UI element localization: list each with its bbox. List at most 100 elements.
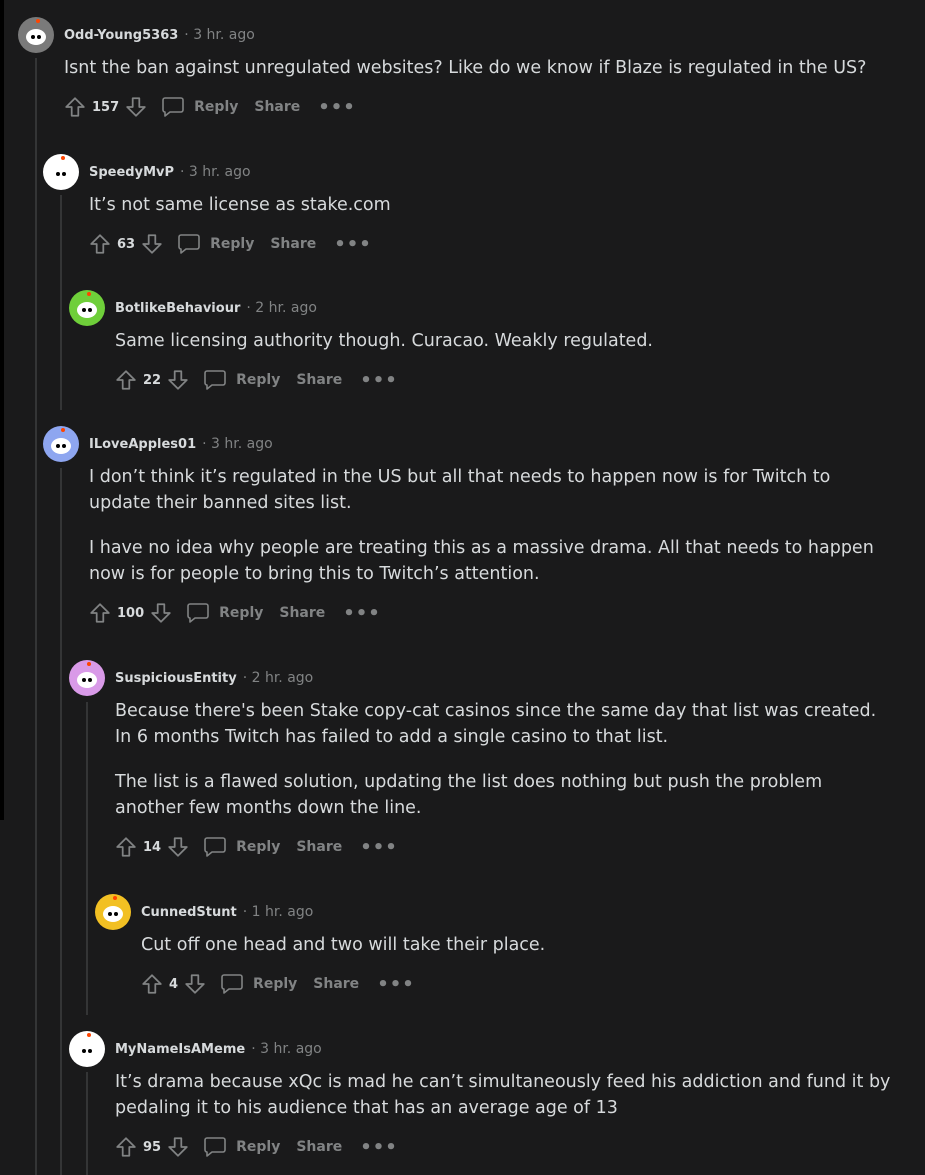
- share-button[interactable]: Share: [296, 1139, 342, 1155]
- username[interactable]: CunnedStunt: [141, 905, 237, 920]
- username[interactable]: BotlikeBehaviour: [115, 301, 240, 316]
- avatar[interactable]: [69, 660, 105, 696]
- more-options-icon[interactable]: •••: [360, 837, 398, 858]
- avatar[interactable]: [43, 426, 79, 462]
- avatar-eye-right: [62, 444, 66, 448]
- share-button[interactable]: Share: [270, 236, 316, 252]
- comment-6: MyNameIsAMeme · 3 hr. ago It’s drama bec…: [69, 1029, 895, 1165]
- timestamp[interactable]: · 3 hr. ago: [251, 1041, 322, 1057]
- more-options-icon[interactable]: •••: [318, 97, 356, 118]
- reply-label: Reply: [194, 99, 239, 115]
- upvote-icon[interactable]: [89, 233, 111, 255]
- comment-paragraph: It’s not same license as stake.com: [89, 195, 391, 215]
- avatar-face: [103, 906, 123, 922]
- comment-actions: 14 Reply Share •••: [115, 829, 895, 865]
- upvote-icon[interactable]: [115, 1136, 137, 1158]
- share-button[interactable]: Share: [279, 605, 325, 621]
- comment-5: CunnedStunt · 1 hr. ago Cut off one head…: [95, 892, 901, 1002]
- avatar-antenna: [36, 19, 40, 23]
- avatar-face: [26, 29, 46, 45]
- comment-actions: 63 Reply Share •••: [89, 226, 889, 262]
- avatar-eye-left: [108, 912, 112, 916]
- timestamp[interactable]: · 1 hr. ago: [243, 904, 314, 920]
- comment-2: BotlikeBehaviour · 2 hr. ago Same licens…: [69, 288, 895, 398]
- avatar-eye-left: [56, 172, 60, 176]
- reply-button[interactable]: Reply: [161, 95, 238, 119]
- comment-body: It’s not same license as stake.com: [89, 192, 889, 218]
- more-options-icon[interactable]: •••: [360, 1137, 398, 1158]
- comment-paragraph: It’s drama because xQc is mad he can’t s…: [115, 1072, 891, 1118]
- share-button[interactable]: Share: [296, 839, 342, 855]
- avatar-face: [51, 438, 71, 454]
- avatar-face: [77, 302, 97, 318]
- timestamp[interactable]: · 3 hr. ago: [202, 436, 273, 452]
- avatar-antenna: [87, 662, 91, 666]
- username[interactable]: MyNameIsAMeme: [115, 1042, 245, 1057]
- downvote-icon[interactable]: [184, 973, 206, 995]
- comment-paragraph: Same licensing authority though. Curacao…: [115, 331, 653, 351]
- downvote-icon[interactable]: [167, 836, 189, 858]
- more-options-icon[interactable]: •••: [360, 370, 398, 391]
- username[interactable]: SuspiciousEntity: [115, 671, 237, 686]
- upvote-icon[interactable]: [115, 836, 137, 858]
- timestamp[interactable]: · 2 hr. ago: [246, 300, 317, 316]
- vote-count: 100: [117, 605, 145, 621]
- comment-paragraph: I don’t think it’s regulated in the US b…: [89, 467, 831, 513]
- comment-actions: 22 Reply Share •••: [115, 362, 895, 398]
- avatar-eye-right: [88, 678, 92, 682]
- comment-actions: 4 Reply Share •••: [141, 966, 901, 1002]
- avatar[interactable]: [69, 290, 105, 326]
- username[interactable]: Odd-Young5363: [64, 28, 178, 43]
- avatar[interactable]: [43, 154, 79, 190]
- left-edge-bar: [0, 0, 4, 820]
- username[interactable]: SpeedyMvP: [89, 165, 174, 180]
- thread-line-0[interactable]: [35, 58, 37, 1175]
- vote-count: 157: [92, 99, 120, 115]
- reply-button[interactable]: Reply: [203, 835, 280, 859]
- comment-3: ILoveApples01 · 3 hr. ago I don’t think …: [43, 424, 889, 631]
- avatar-face: [77, 1043, 97, 1059]
- avatar-eye-right: [88, 1049, 92, 1053]
- avatar[interactable]: [69, 1031, 105, 1067]
- downvote-icon[interactable]: [141, 233, 163, 255]
- comment-paragraph: The list is a flawed solution, updating …: [115, 772, 823, 818]
- more-options-icon[interactable]: •••: [334, 234, 372, 255]
- avatar-eye-left: [56, 444, 60, 448]
- share-button[interactable]: Share: [254, 99, 300, 115]
- timestamp[interactable]: · 3 hr. ago: [184, 27, 255, 43]
- username[interactable]: ILoveApples01: [89, 437, 196, 452]
- downvote-icon[interactable]: [167, 369, 189, 391]
- downvote-icon[interactable]: [167, 1136, 189, 1158]
- avatar-eye-left: [82, 1049, 86, 1053]
- comment-icon: [203, 368, 236, 392]
- downvote-icon[interactable]: [125, 96, 147, 118]
- avatar[interactable]: [18, 17, 54, 53]
- avatar[interactable]: [95, 894, 131, 930]
- more-options-icon[interactable]: •••: [343, 603, 381, 624]
- more-options-icon[interactable]: •••: [377, 974, 415, 995]
- comment-paragraph: I have no idea why people are treating t…: [89, 538, 874, 584]
- comment-body: Because there's been Stake copy-cat casi…: [115, 698, 895, 821]
- comment-1: SpeedyMvP · 3 hr. ago It’s not same lice…: [43, 152, 889, 262]
- downvote-icon[interactable]: [150, 602, 172, 624]
- comment-4: SuspiciousEntity · 2 hr. ago Because the…: [69, 658, 895, 865]
- avatar-eye-left: [82, 678, 86, 682]
- reply-label: Reply: [236, 1139, 281, 1155]
- upvote-icon[interactable]: [115, 369, 137, 391]
- comment-icon: [203, 1135, 236, 1159]
- comment-meta: ILoveApples01 · 3 hr. ago: [43, 424, 889, 464]
- reply-button[interactable]: Reply: [220, 972, 297, 996]
- upvote-icon[interactable]: [64, 96, 86, 118]
- share-button[interactable]: Share: [313, 976, 359, 992]
- timestamp[interactable]: · 3 hr. ago: [180, 164, 251, 180]
- upvote-icon[interactable]: [89, 602, 111, 624]
- reply-button[interactable]: Reply: [203, 368, 280, 392]
- reply-button[interactable]: Reply: [203, 1135, 280, 1159]
- upvote-icon[interactable]: [141, 973, 163, 995]
- timestamp[interactable]: · 2 hr. ago: [243, 670, 314, 686]
- share-button[interactable]: Share: [296, 372, 342, 388]
- comment-actions: 100 Reply Share •••: [89, 595, 889, 631]
- reply-button[interactable]: Reply: [186, 601, 263, 625]
- reply-button[interactable]: Reply: [177, 232, 254, 256]
- comment-body: Same licensing authority though. Curacao…: [115, 328, 895, 354]
